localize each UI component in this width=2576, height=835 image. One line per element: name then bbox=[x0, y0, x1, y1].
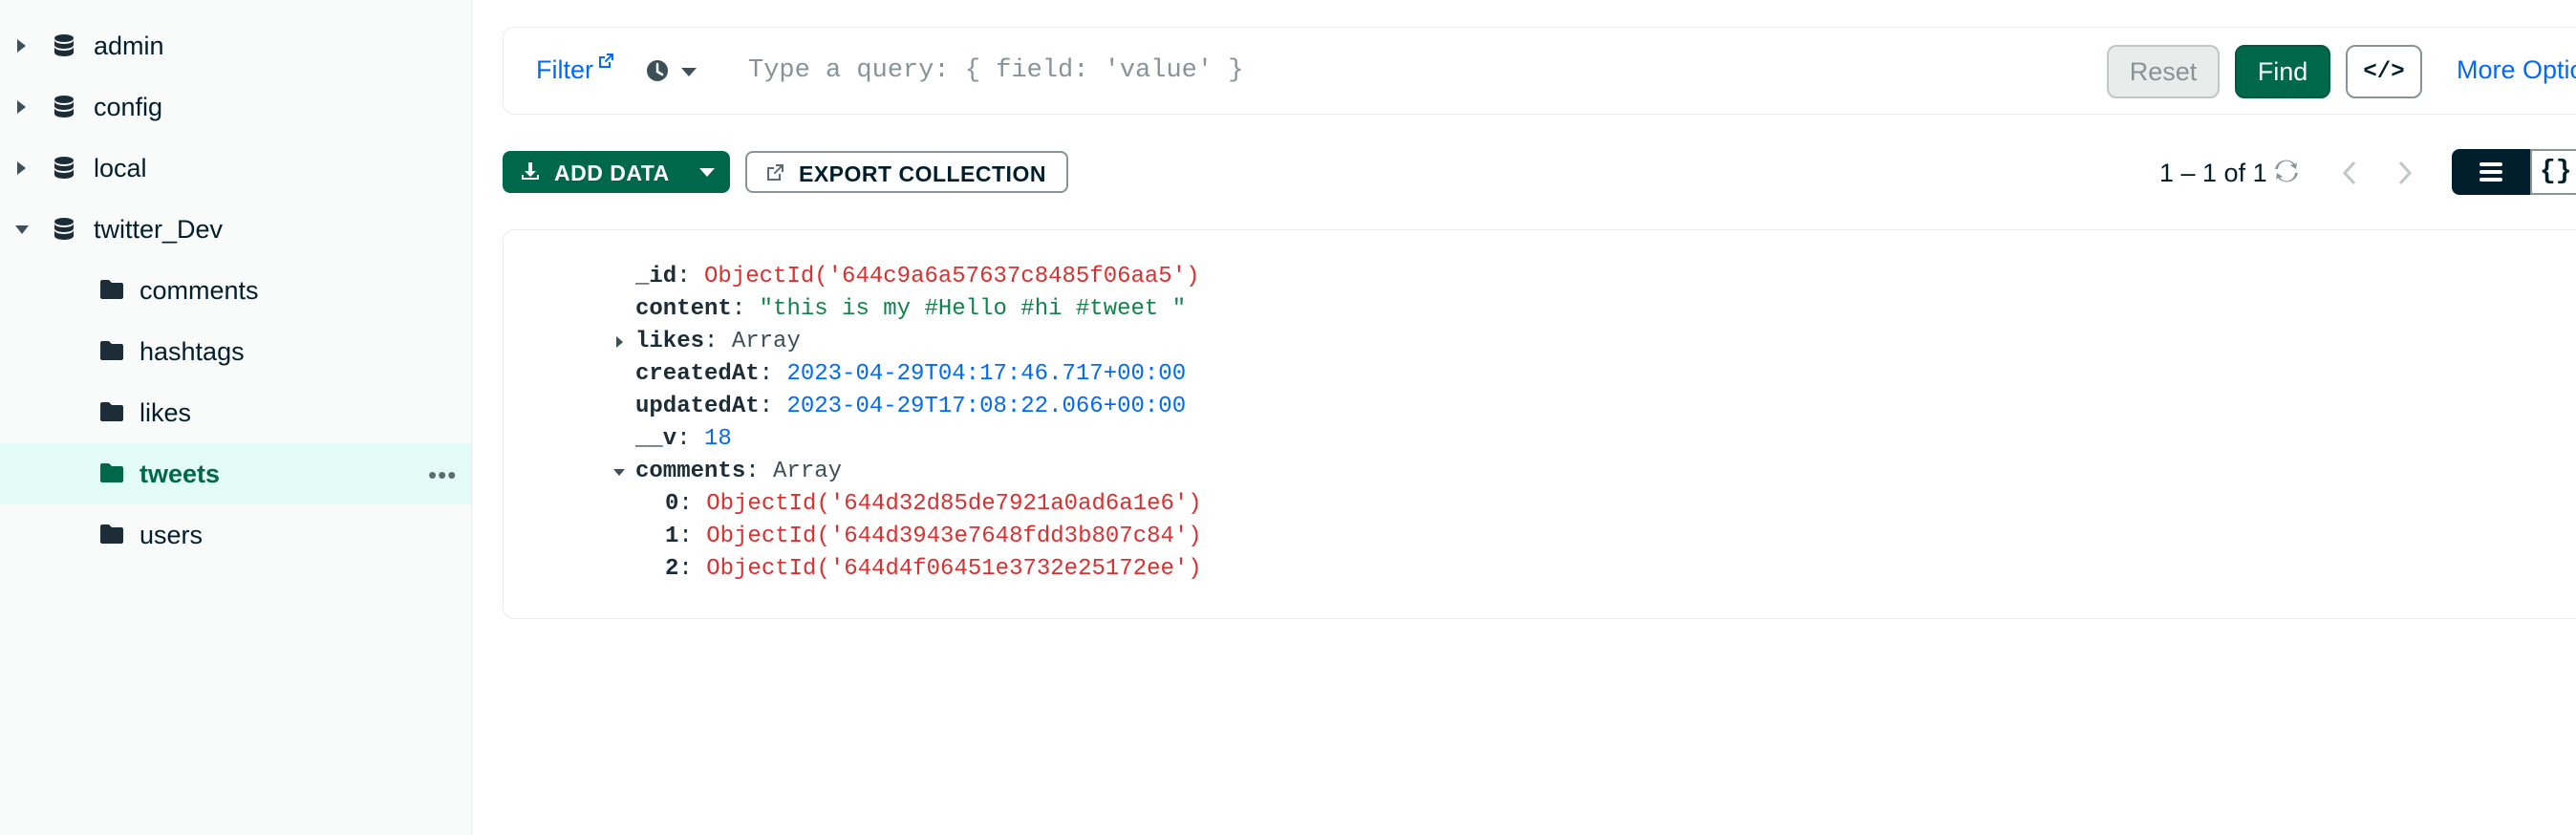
main-panel: Filter Reset Find </> More Options ADD D… bbox=[472, 0, 2576, 835]
field-type: Array bbox=[731, 329, 801, 354]
sidebar-collection-tweets[interactable]: tweets ••• bbox=[0, 443, 471, 504]
sidebar-db-twitter-dev[interactable]: twitter_Dev bbox=[0, 199, 471, 260]
sidebar-collection-label: comments bbox=[140, 275, 259, 305]
field-key: likes bbox=[635, 329, 705, 354]
list-icon bbox=[2479, 162, 2502, 182]
refresh-icon[interactable] bbox=[2272, 157, 2301, 185]
chevron-down-icon bbox=[699, 168, 715, 177]
sidebar-collection-label: likes bbox=[140, 397, 192, 427]
document-card: _id: ObjectId('644c9a6a57637c8485f06aa5'… bbox=[503, 229, 2576, 619]
clock-icon[interactable] bbox=[645, 58, 670, 83]
export-collection-label: EXPORT COLLECTION bbox=[799, 161, 1046, 186]
sidebar-db-label: admin bbox=[94, 31, 164, 60]
sidebar-collection-comments[interactable]: comments bbox=[0, 260, 471, 321]
sidebar: admin config local twitter_Dev comments … bbox=[0, 0, 472, 835]
code-view-button[interactable]: </> bbox=[2346, 45, 2422, 98]
field-key: _id bbox=[635, 264, 677, 289]
database-icon bbox=[54, 218, 74, 240]
field-type: Array bbox=[773, 459, 843, 484]
field-value: 18 bbox=[704, 426, 732, 452]
field-value: 2023-04-29T04:17:46.717+00:00 bbox=[786, 361, 1187, 387]
array-index: 1 bbox=[665, 524, 679, 549]
sidebar-collection-label: hashtags bbox=[140, 336, 245, 366]
caret-right-icon[interactable] bbox=[17, 100, 26, 114]
sidebar-db-admin[interactable]: admin bbox=[0, 15, 471, 76]
field-key: updatedAt bbox=[635, 394, 760, 419]
sidebar-db-label: local bbox=[94, 153, 147, 182]
array-index: 2 bbox=[665, 556, 679, 582]
array-index: 0 bbox=[665, 491, 679, 517]
database-icon bbox=[54, 157, 74, 179]
folder-icon bbox=[100, 463, 123, 482]
sidebar-collection-label: tweets bbox=[140, 459, 221, 488]
query-bar: Filter Reset Find </> More Options bbox=[503, 27, 2576, 115]
sidebar-collection-users[interactable]: users bbox=[0, 504, 471, 566]
array-item-row: 2: ObjectId('644d4f06451e3732e25172ee') bbox=[665, 556, 1202, 582]
results-toolbar: ADD DATA EXPORT COLLECTION 1 – 1 of 1 {} bbox=[503, 149, 2576, 197]
array-value: ObjectId('644d3943e7648fdd3b807c84') bbox=[706, 524, 1202, 549]
list-view-button[interactable] bbox=[2452, 149, 2530, 195]
more-options-link[interactable]: More Options bbox=[2457, 55, 2576, 85]
add-data-label: ADD DATA bbox=[554, 161, 670, 185]
sidebar-db-label: twitter_Dev bbox=[94, 214, 224, 244]
field-row: updatedAt: 2023-04-29T17:08:22.066+00:00 bbox=[635, 394, 1187, 419]
caret-right-icon[interactable] bbox=[17, 39, 26, 53]
chevron-down-icon[interactable] bbox=[681, 68, 697, 76]
sidebar-collection-hashtags[interactable]: hashtags bbox=[0, 321, 471, 382]
field-value: ObjectId('644c9a6a57637c8485f06aa5') bbox=[704, 264, 1200, 289]
external-link-icon[interactable] bbox=[597, 53, 614, 70]
export-icon bbox=[767, 164, 784, 181]
database-icon bbox=[54, 96, 74, 118]
filter-link[interactable]: Filter bbox=[536, 55, 593, 85]
field-row: __v: 18 bbox=[635, 426, 732, 452]
collapse-caret-icon[interactable] bbox=[613, 469, 625, 476]
download-icon bbox=[522, 162, 539, 180]
array-item-row: 0: ObjectId('644d32d85de7921a0ad6a1e6') bbox=[665, 491, 1202, 517]
sidebar-collection-label: users bbox=[140, 520, 204, 549]
field-row[interactable]: comments: Array bbox=[504, 456, 1202, 488]
folder-icon bbox=[100, 280, 123, 299]
field-value: 2023-04-29T17:08:22.066+00:00 bbox=[786, 394, 1187, 419]
folder-icon bbox=[100, 402, 123, 421]
field-value: "this is my #Hello #hi #tweet " bbox=[759, 296, 1187, 322]
database-icon bbox=[54, 34, 74, 56]
field-key: content bbox=[635, 296, 732, 322]
field-row: content: "this is my #Hello #hi #tweet " bbox=[635, 296, 1187, 322]
export-collection-button[interactable]: EXPORT COLLECTION bbox=[745, 151, 1068, 193]
sidebar-db-local[interactable]: local bbox=[0, 138, 471, 199]
expand-caret-icon[interactable] bbox=[616, 336, 623, 348]
field-key: comments bbox=[635, 459, 746, 484]
array-value: ObjectId('644d4f06451e3732e25172ee') bbox=[706, 556, 1202, 582]
array-value: ObjectId('644d32d85de7921a0ad6a1e6') bbox=[706, 491, 1202, 517]
reset-button[interactable]: Reset bbox=[2107, 45, 2220, 98]
field-row[interactable]: likes: Array bbox=[504, 326, 1202, 358]
document-fields: _id: ObjectId('644c9a6a57637c8485f06aa5'… bbox=[504, 261, 1202, 586]
json-view-button[interactable]: {} bbox=[2530, 149, 2576, 195]
caret-right-icon[interactable] bbox=[17, 161, 26, 175]
array-item-row: 1: ObjectId('644d3943e7648fdd3b807c84') bbox=[665, 524, 1202, 549]
folder-icon bbox=[100, 525, 123, 544]
chevron-left-icon[interactable] bbox=[2339, 159, 2362, 187]
find-button[interactable]: Find bbox=[2235, 45, 2330, 98]
caret-down-icon[interactable] bbox=[15, 225, 29, 234]
sidebar-db-config[interactable]: config bbox=[0, 76, 471, 138]
sidebar-db-label: config bbox=[94, 92, 163, 121]
app: admin config local twitter_Dev comments … bbox=[0, 0, 2576, 835]
field-key: __v bbox=[635, 426, 677, 452]
sidebar-collection-likes[interactable]: likes bbox=[0, 382, 471, 443]
chevron-right-icon[interactable] bbox=[2393, 159, 2415, 187]
query-input[interactable] bbox=[748, 45, 2086, 96]
field-row: _id: ObjectId('644c9a6a57637c8485f06aa5'… bbox=[635, 264, 1200, 289]
pagination-text: 1 – 1 of 1 bbox=[2159, 159, 2267, 187]
field-key: createdAt bbox=[635, 361, 760, 387]
field-row: createdAt: 2023-04-29T04:17:46.717+00:00 bbox=[635, 361, 1187, 387]
add-data-button[interactable]: ADD DATA bbox=[503, 151, 730, 193]
ellipsis-icon[interactable]: ••• bbox=[428, 460, 457, 490]
folder-icon bbox=[100, 341, 123, 360]
